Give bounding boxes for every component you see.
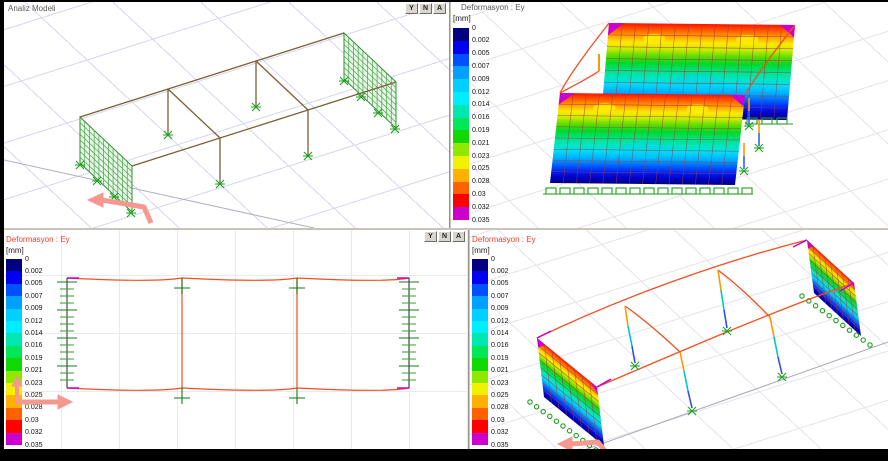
support-glyphs <box>174 278 305 404</box>
viewport-button-a[interactable]: A <box>433 3 446 14</box>
deformed-canvas <box>451 2 888 228</box>
plan-canvas <box>4 230 468 449</box>
model-canvas <box>4 2 449 228</box>
viewport-button-y[interactable]: Y <box>424 231 437 242</box>
viewport-button-n[interactable]: N <box>438 231 451 242</box>
viewport-deformation-iso-frame[interactable]: Deformasyon : Ey [mm] 00.0020.0050.0070.… <box>470 230 888 449</box>
wall-edge-right <box>399 278 419 388</box>
viewport-button-group: Y N A <box>405 3 446 14</box>
viewport-button-n[interactable]: N <box>419 3 432 14</box>
max-deformation-ends <box>537 240 854 387</box>
viewport-analysis-model[interactable]: Analiz Modeli Y N A <box>4 2 449 228</box>
shear-wall-right <box>344 33 396 128</box>
contour-wall-left <box>537 338 604 446</box>
deformed-beams <box>537 240 854 387</box>
deformed-3d-canvas <box>470 230 888 449</box>
max-deformation-ends <box>67 278 409 388</box>
shear-wall-left <box>80 117 132 212</box>
wall-edge-left <box>57 278 77 388</box>
deformed-chords <box>67 278 409 390</box>
viewport-button-a[interactable]: A <box>452 231 465 242</box>
viewport-button-y[interactable]: Y <box>405 3 418 14</box>
deformed-columns <box>625 270 787 415</box>
axis-arrow-icon <box>12 376 72 409</box>
viewport-deformation-iso-walls[interactable]: Deformasyon : Ey [mm] 00.0020.0050.0070.… <box>451 2 888 228</box>
support-row-front <box>543 188 753 194</box>
app-window: Analiz Modeli Y N A <box>2 0 886 447</box>
ground-axis-line <box>4 160 314 228</box>
viewport-button-group: Y N A <box>424 231 465 242</box>
viewport-deformation-plan[interactable]: Deformasyon : Ey [mm] 00.0020.0050.0070.… <box>4 230 468 449</box>
contour-wall-front <box>550 93 745 185</box>
